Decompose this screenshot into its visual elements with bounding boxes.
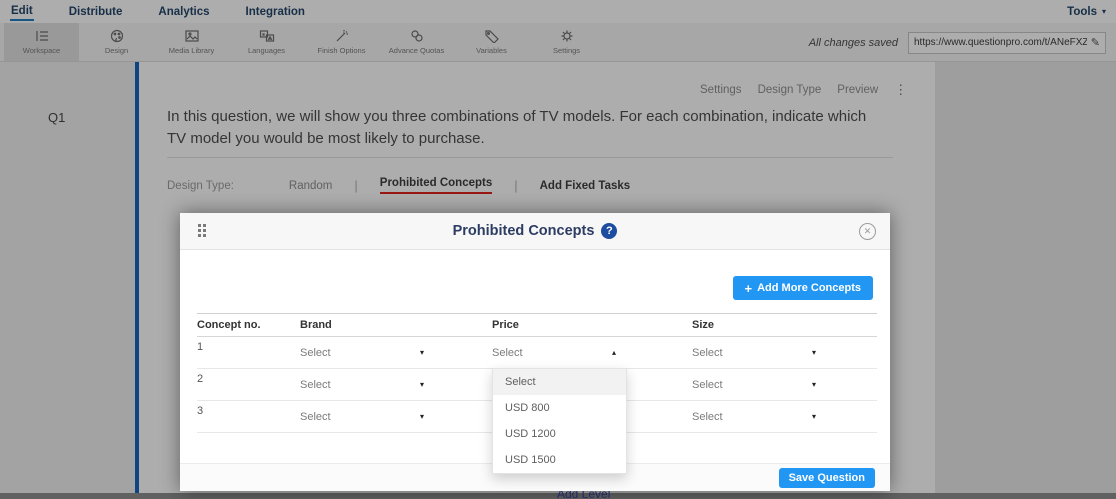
select-value: Select (692, 347, 723, 359)
concept-number: 3 (197, 401, 300, 432)
size-select-row3[interactable]: Select ▾ (692, 401, 820, 432)
chevron-down-icon: ▾ (420, 412, 424, 421)
chevron-up-icon: ▴ (612, 348, 616, 357)
header-price: Price (492, 319, 692, 331)
add-more-concepts-button[interactable]: + Add More Concepts (733, 276, 874, 300)
chevron-down-icon: ▾ (420, 380, 424, 389)
close-icon[interactable]: ✕ (859, 223, 876, 240)
dropdown-option-usd-1500[interactable]: USD 1500 (493, 447, 626, 473)
header-brand: Brand (300, 319, 492, 331)
table-header-row: Concept no. Brand Price Size (197, 313, 877, 337)
brand-select-row2[interactable]: Select ▾ (300, 369, 428, 400)
header-concept-no: Concept no. (197, 319, 300, 331)
modal-title-wrap: Prohibited Concepts ? (453, 223, 618, 239)
dropdown-option-usd-800[interactable]: USD 800 (493, 395, 626, 421)
select-value: Select (492, 347, 523, 359)
drag-handle-icon[interactable] (198, 224, 206, 237)
table-row: 1 Select ▾ Select ▴ Select ▾ (197, 337, 877, 369)
price-dropdown-panel: Select USD 800 USD 1200 USD 1500 (492, 368, 627, 474)
size-select-row1[interactable]: Select ▾ (692, 337, 820, 368)
modal-title: Prohibited Concepts (453, 223, 595, 239)
add-more-concepts-label: Add More Concepts (757, 282, 861, 294)
select-value: Select (300, 379, 331, 391)
price-select-row1[interactable]: Select ▴ (492, 337, 620, 368)
chevron-down-icon: ▾ (812, 380, 816, 389)
header-size: Size (692, 319, 877, 331)
help-icon[interactable]: ? (601, 223, 617, 239)
modal-header: Prohibited Concepts ? ✕ (180, 213, 890, 250)
concept-number: 2 (197, 369, 300, 400)
plus-icon: + (745, 281, 753, 296)
brand-select-row3[interactable]: Select ▾ (300, 401, 428, 432)
dropdown-option-usd-1200[interactable]: USD 1200 (493, 421, 626, 447)
select-value: Select (692, 379, 723, 391)
save-question-button[interactable]: Save Question (779, 468, 875, 488)
chevron-down-icon: ▾ (420, 348, 424, 357)
concept-number: 1 (197, 337, 300, 368)
chevron-down-icon: ▾ (812, 348, 816, 357)
select-value: Select (300, 411, 331, 423)
select-value: Select (692, 411, 723, 423)
dropdown-option-select[interactable]: Select (493, 369, 626, 395)
brand-select-row1[interactable]: Select ▾ (300, 337, 428, 368)
prohibited-concepts-modal: Prohibited Concepts ? ✕ + Add More Conce… (180, 213, 890, 491)
select-value: Select (300, 347, 331, 359)
size-select-row2[interactable]: Select ▾ (692, 369, 820, 400)
chevron-down-icon: ▾ (812, 412, 816, 421)
